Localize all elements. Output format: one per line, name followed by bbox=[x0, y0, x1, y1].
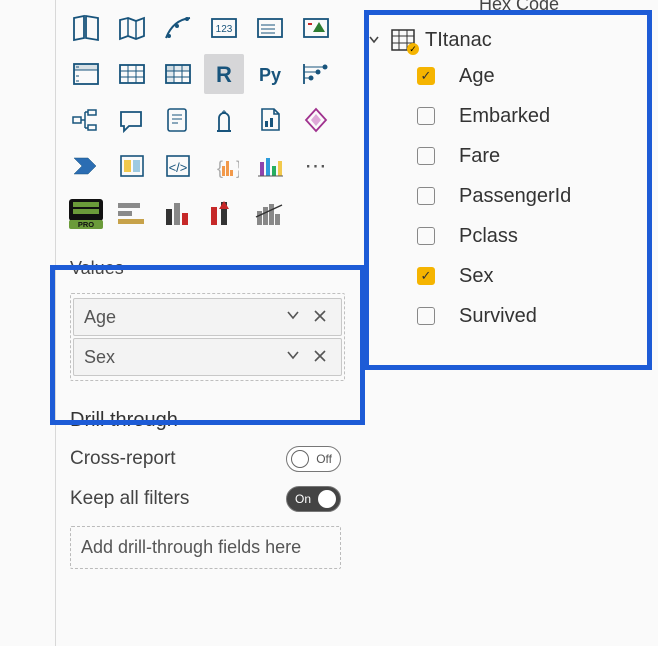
custom-visuals-row: PRO bbox=[56, 192, 355, 244]
table-icon: ✓ bbox=[391, 29, 415, 51]
svg-text:}: } bbox=[236, 158, 239, 178]
svg-text:123: 123 bbox=[216, 24, 233, 35]
toggle-knob bbox=[318, 490, 336, 508]
viz-powerautomate-icon[interactable] bbox=[66, 146, 106, 186]
viz-decomposition-tree-icon[interactable] bbox=[66, 100, 106, 140]
checkbox-icon[interactable] bbox=[417, 147, 435, 165]
values-title: Values bbox=[70, 258, 345, 279]
field-label: Pclass bbox=[459, 225, 518, 248]
chevron-down-icon[interactable] bbox=[279, 307, 307, 328]
remove-icon[interactable] bbox=[307, 306, 333, 329]
check-badge-icon: ✓ bbox=[407, 43, 419, 55]
custom-bar1-icon[interactable] bbox=[112, 194, 152, 234]
viz-more-icon[interactable]: ⋯ bbox=[296, 146, 336, 186]
value-field-age[interactable]: Age bbox=[73, 298, 342, 336]
field-row-embarked[interactable]: Embarked bbox=[365, 96, 658, 136]
values-field-wells: Age Sex bbox=[70, 293, 345, 381]
viz-shape-map2-icon[interactable] bbox=[112, 8, 152, 48]
svg-text:PRO: PRO bbox=[78, 220, 94, 229]
viz-goals-icon[interactable] bbox=[204, 100, 244, 140]
checkbox-icon[interactable] bbox=[417, 227, 435, 245]
viz-python-icon[interactable]: Py bbox=[250, 54, 290, 94]
zebra-pro-icon[interactable]: PRO bbox=[66, 194, 106, 234]
field-label: Age bbox=[84, 307, 279, 328]
chevron-down-icon[interactable] bbox=[279, 347, 307, 368]
drill-through-title: Drill through bbox=[70, 409, 341, 432]
viz-custom4-icon[interactable] bbox=[250, 146, 290, 186]
drill-through-section: Drill through Cross-report Off Keep all … bbox=[56, 387, 355, 577]
checkbox-icon[interactable]: ✓ bbox=[417, 267, 435, 285]
field-row-sex[interactable]: ✓ Sex bbox=[365, 256, 658, 296]
toggle-off-text: Off bbox=[316, 452, 332, 466]
viz-kpi-icon[interactable] bbox=[296, 8, 336, 48]
cross-report-row: Cross-report Off bbox=[70, 446, 341, 472]
checkbox-icon[interactable] bbox=[417, 307, 435, 325]
toggle-knob bbox=[291, 450, 309, 468]
field-row-survived[interactable]: Survived bbox=[365, 296, 658, 336]
custom-bar4-icon[interactable] bbox=[250, 194, 290, 234]
viz-slicer-icon[interactable] bbox=[66, 54, 106, 94]
field-label: PassengerId bbox=[459, 185, 571, 208]
svg-text:Py: Py bbox=[259, 65, 281, 85]
cross-report-label: Cross-report bbox=[70, 448, 176, 470]
viz-powerapps-icon[interactable] bbox=[296, 100, 336, 140]
field-row-fare[interactable]: Fare bbox=[365, 136, 658, 176]
truncated-field-above: Hex Code bbox=[479, 0, 559, 15]
checkbox-icon[interactable] bbox=[417, 187, 435, 205]
viz-custom3-icon[interactable]: {} bbox=[204, 146, 244, 186]
field-label: Sex bbox=[84, 347, 279, 368]
svg-text:R: R bbox=[216, 62, 232, 87]
field-row-age[interactable]: ✓ Age bbox=[365, 56, 658, 96]
keep-filters-toggle[interactable]: On bbox=[286, 486, 341, 512]
visualizations-grid: 123 R Py bbox=[56, 0, 355, 192]
viz-card-icon[interactable]: 123 bbox=[204, 8, 244, 48]
keep-filters-label: Keep all filters bbox=[70, 488, 189, 510]
custom-bar3-icon[interactable] bbox=[204, 194, 244, 234]
viz-key-influencers-icon[interactable] bbox=[296, 54, 336, 94]
custom-bar2-icon[interactable] bbox=[158, 194, 198, 234]
field-label: Embarked bbox=[459, 105, 550, 128]
cross-report-toggle[interactable]: Off bbox=[286, 446, 341, 472]
viz-custom1-icon[interactable] bbox=[112, 146, 152, 186]
viz-qna-icon[interactable] bbox=[112, 100, 152, 140]
checkbox-icon[interactable] bbox=[417, 107, 435, 125]
value-field-sex[interactable]: Sex bbox=[73, 338, 342, 376]
field-label: Sex bbox=[459, 265, 493, 288]
viz-paginated-report-icon[interactable] bbox=[250, 100, 290, 140]
keep-filters-row: Keep all filters On bbox=[70, 486, 341, 512]
table-name: TItanac bbox=[425, 29, 492, 52]
field-row-pclass[interactable]: Pclass bbox=[365, 216, 658, 256]
viz-table-icon[interactable] bbox=[112, 54, 152, 94]
viz-funnel-icon[interactable] bbox=[158, 8, 198, 48]
add-drill-fields-placeholder[interactable]: Add drill-through fields here bbox=[70, 526, 341, 569]
remove-icon[interactable] bbox=[307, 346, 333, 369]
chevron-down-icon bbox=[367, 32, 381, 49]
viz-shape-map-icon[interactable] bbox=[66, 8, 106, 48]
field-label: Survived bbox=[459, 305, 537, 328]
field-label: Fare bbox=[459, 145, 500, 168]
viz-smart-narrative-icon[interactable] bbox=[158, 100, 198, 140]
field-row-passengerid[interactable]: PassengerId bbox=[365, 176, 658, 216]
viz-custom2-icon[interactable]: </> bbox=[158, 146, 198, 186]
table-row-titanac[interactable]: ✓ TItanac bbox=[365, 24, 658, 56]
toggle-on-text: On bbox=[295, 492, 311, 506]
values-section: Values Age Sex bbox=[56, 244, 355, 387]
viz-r-script-icon[interactable]: R bbox=[204, 54, 244, 94]
viz-multirow-card-icon[interactable] bbox=[250, 8, 290, 48]
svg-text:</>: </> bbox=[169, 160, 188, 175]
field-label: Age bbox=[459, 65, 495, 88]
viz-matrix-icon[interactable] bbox=[158, 54, 198, 94]
checkbox-icon[interactable]: ✓ bbox=[417, 67, 435, 85]
